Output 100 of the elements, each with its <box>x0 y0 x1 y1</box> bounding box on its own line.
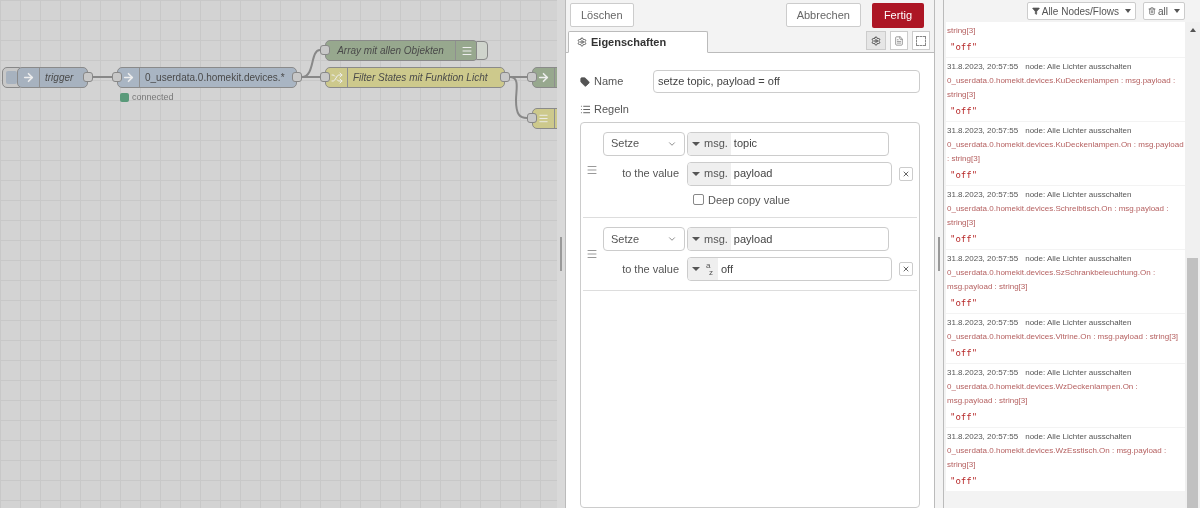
typed-input-field[interactable]: msg. payload <box>687 161 892 186</box>
message-value: "off" <box>949 41 979 54</box>
node-port[interactable] <box>320 72 330 82</box>
message-value: "off" <box>949 347 979 360</box>
node-port[interactable] <box>112 72 122 82</box>
node-port[interactable] <box>500 72 510 82</box>
filter-icon <box>1031 7 1040 15</box>
message-topic: 0_userdata.0.homekit.devices.KuDeckenlampen : msg.payload : string[3] <box>947 75 1177 101</box>
node-port[interactable] <box>527 113 537 123</box>
message-time: 31.8.2023, 20:57:55 <box>947 367 1019 379</box>
message-sender-label: node: Alle Lichter ausschalten <box>1025 367 1132 379</box>
debug-toggle[interactable] <box>476 41 488 60</box>
string-type-icon: a z <box>704 262 715 276</box>
list-icon <box>460 44 473 57</box>
message-value: "off" <box>949 105 979 118</box>
close-icon <box>902 265 910 273</box>
caret-icon <box>692 141 700 146</box>
input-value: off <box>720 261 734 277</box>
flow-node[interactable]: Filter States mit Funktion Licht <box>325 67 505 88</box>
node-label: trigger <box>44 71 75 85</box>
message-time: 31.8.2023, 20:57:55 <box>947 61 1019 73</box>
message-sender-label: node: Alle Lichter ausschalten <box>1025 61 1132 73</box>
message-topic: 0_userdata.0.homekit.devices.Vitrine.On : msg.payload : string[3] <box>947 331 1180 343</box>
tag-icon <box>580 76 590 87</box>
scroll-up-icon[interactable] <box>1189 28 1196 32</box>
message-topic: 0_userdata.0.homekit.devices.Schreibtisch.On : msg.payload : string[3] <box>947 203 1170 229</box>
message-topic: string[3] <box>947 25 977 37</box>
message-time: 31.8.2023, 20:57:55 <box>947 431 1019 443</box>
message-value: "off" <box>949 411 979 424</box>
arrow-icon <box>122 71 135 84</box>
node-status: connected <box>132 91 174 104</box>
document-icon <box>894 35 904 46</box>
message-sender-label: node: Alle Lichter ausschalten <box>1025 125 1132 137</box>
input-value: payload <box>732 166 773 182</box>
list-icon <box>538 113 549 124</box>
message-topic: 0_userdata.0.homekit.devices.WzDeckenlampen.On : msg.payload : string[3] <box>947 381 1139 407</box>
message-sender-label: node: Alle Lichter ausschalten <box>1025 317 1132 329</box>
frame-icon <box>916 35 926 46</box>
appearance-button[interactable] <box>912 31 930 50</box>
clear-dropdown[interactable]: all <box>1143 2 1185 20</box>
node-label: Array mit allen Objekten <box>336 44 445 58</box>
node-label: 0_userdata.0.homekit.devices.* <box>144 71 286 85</box>
arrow-icon <box>22 71 35 84</box>
settings-icon <box>871 35 881 46</box>
checkbox[interactable] <box>693 194 704 206</box>
name-input-field[interactable]: setze topic, payload = off <box>653 70 920 93</box>
input-value: payload <box>732 231 773 247</box>
tab[interactable]: Eigenschaften <box>568 31 708 53</box>
arrow-icon <box>537 71 550 84</box>
type-label: msg. <box>704 166 728 182</box>
field-label: Regeln <box>594 102 629 117</box>
node-port[interactable] <box>83 72 93 82</box>
node-port[interactable] <box>320 45 330 55</box>
node-port[interactable] <box>527 72 537 82</box>
drag-handle-icon[interactable] <box>586 248 598 260</box>
action-select[interactable]: Setze <box>603 227 685 251</box>
message-value: "off" <box>949 475 979 488</box>
description-button[interactable] <box>890 31 908 50</box>
chevron-icon <box>667 234 677 244</box>
typed-input-field[interactable]: msg. payload <box>687 227 889 251</box>
input-value: topic <box>732 136 758 152</box>
delete-button[interactable]: Löschen <box>570 3 634 27</box>
caret-icon <box>692 237 700 241</box>
message-time: 31.8.2023, 20:57:55 <box>947 189 1019 201</box>
flow-node[interactable]: Array mit allen Objekten <box>325 40 478 61</box>
type-label: msg. <box>704 231 728 247</box>
cancel-button[interactable]: Abbrechen <box>785 3 861 27</box>
trash-icon <box>1148 7 1156 15</box>
delete-rule-button[interactable] <box>899 166 913 181</box>
field-label: to the value <box>621 261 680 277</box>
message-value: "off" <box>949 169 979 182</box>
inject-button[interactable] <box>2 67 20 88</box>
flow-node[interactable]: 0_userdata.0.homekit.devices.* <box>117 67 297 88</box>
message-time: 31.8.2023, 20:57:55 <box>947 317 1019 329</box>
message-value: "off" <box>949 297 979 310</box>
message-time: 31.8.2023, 20:57:55 <box>947 253 1019 265</box>
flow-node[interactable]: trigger <box>17 67 88 88</box>
message-sender-label: node: Alle Lichter ausschalten <box>1025 431 1132 443</box>
caret-icon <box>692 171 700 176</box>
caret-icon <box>692 267 700 271</box>
filter-dropdown[interactable]: Alle Nodes/Flows <box>1026 2 1136 20</box>
message-sender-label: node: Alle Lichter ausschalten <box>1025 253 1132 265</box>
typed-input-field[interactable]: msg. topic <box>687 131 889 156</box>
settings-button[interactable] <box>866 31 886 50</box>
message-topic: 0_userdata.0.homekit.devices.WzEsstisch.On : msg.payload : string[3] <box>947 445 1168 471</box>
settings-icon <box>577 37 587 47</box>
action-select[interactable]: Setze <box>603 131 685 156</box>
node-label: Filter States mit Funktion Licht <box>352 71 489 85</box>
delete-rule-button[interactable] <box>899 262 913 276</box>
type-label: msg. <box>704 136 728 152</box>
close-icon <box>902 169 910 178</box>
node-port[interactable] <box>292 72 302 82</box>
message-sender-label: node: Alle Lichter ausschalten <box>1025 189 1132 201</box>
field-label: to the value <box>621 166 680 182</box>
done-button[interactable]: Fertig <box>871 2 924 28</box>
drag-handle-icon[interactable] <box>586 163 598 176</box>
typed-input-field[interactable]: a z off <box>687 257 892 281</box>
message-value: "off" <box>949 233 979 246</box>
message-time: 31.8.2023, 20:57:55 <box>947 125 1019 137</box>
field-label: Name <box>594 74 624 90</box>
